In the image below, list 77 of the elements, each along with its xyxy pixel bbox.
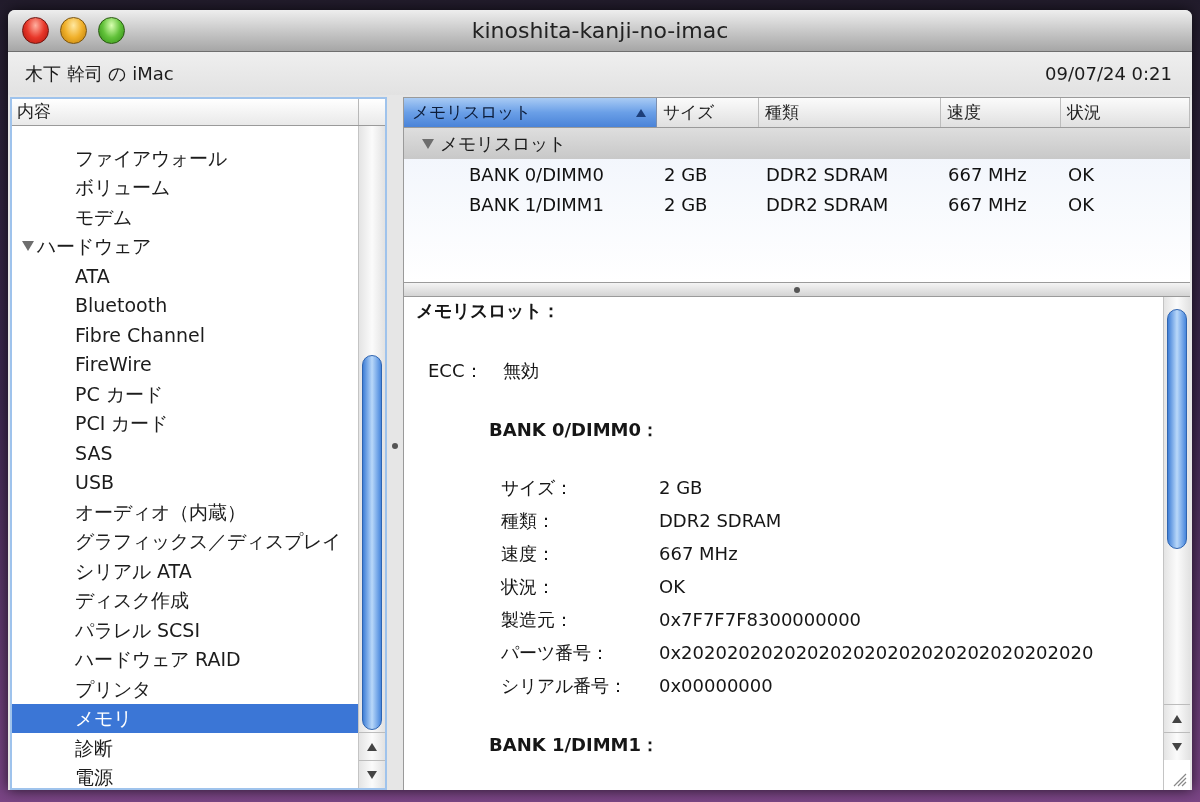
- sidebar-item[interactable]: オーディオ（内蔵）: [75, 497, 246, 527]
- scrollbar-thumb[interactable]: [1167, 309, 1187, 549]
- sidebar-item[interactable]: Fibre Channel: [75, 320, 205, 350]
- column-header[interactable]: 状況: [1061, 98, 1190, 127]
- sidebar-item[interactable]: 診断: [75, 733, 113, 763]
- scrollbar-thumb[interactable]: [362, 355, 382, 730]
- table-cell-text: DDR2 SDRAM: [766, 192, 889, 217]
- computer-name: 木下 幹司 の iMac: [25, 62, 174, 86]
- table-cell-text: 667 MHz: [948, 192, 1027, 217]
- sidebar-item[interactable]: PC カード: [75, 379, 163, 409]
- field-label: パーツ番号：: [501, 641, 609, 665]
- sidebar-item[interactable]: ハードウェア RAID: [75, 644, 241, 674]
- sidebar-item[interactable]: グラフィックス／ディスプレイ: [75, 526, 341, 556]
- column-header[interactable]: 種類: [759, 98, 941, 127]
- table-cell-text: OK: [1068, 162, 1094, 187]
- column-header[interactable]: メモリスロット: [404, 98, 657, 127]
- field-value: 0x202020202020202020202020202020202020: [659, 641, 1094, 665]
- sidebar-item[interactable]: FireWire: [75, 349, 152, 379]
- up-arrow-icon: [1172, 714, 1182, 723]
- field-label: 製造元：: [501, 608, 573, 632]
- column-header[interactable]: 内容: [12, 99, 358, 125]
- splitter-handle-icon[interactable]: [392, 443, 398, 449]
- sidebar-item[interactable]: シリアル ATA: [75, 556, 192, 586]
- sidebar-item[interactable]: ボリューム: [75, 172, 170, 202]
- section-title: BANK 1/DIMM1：: [489, 733, 659, 757]
- field-value: 667 MHz: [659, 542, 738, 566]
- table-cell-text: BANK 0/DIMM0: [469, 162, 604, 187]
- splitter-handle-icon[interactable]: [794, 286, 800, 293]
- field-value: 0x7F7F7F8300000000: [659, 608, 862, 632]
- sidebar-item[interactable]: PCI カード: [75, 408, 169, 438]
- table-cell-text: 2 GB: [664, 162, 708, 187]
- up-arrow-icon: [367, 742, 377, 751]
- minimize-button[interactable]: [60, 17, 87, 44]
- field-label: ECC：: [428, 358, 483, 383]
- field-label: 速度：: [501, 542, 555, 566]
- close-button[interactable]: [22, 17, 49, 44]
- sidebar-item[interactable]: ファイアウォール: [75, 143, 227, 173]
- header-corner: [358, 99, 385, 125]
- field-value: OK: [659, 575, 685, 599]
- zoom-button[interactable]: [98, 17, 125, 44]
- field-label: サイズ：: [501, 476, 573, 500]
- sidebar-item[interactable]: パラレル SCSI: [75, 615, 201, 645]
- field-value: 2 GB: [659, 476, 703, 500]
- field-label: 種類：: [501, 509, 555, 533]
- detail-title: メモリスロット：: [416, 299, 560, 323]
- down-arrow-icon: [367, 770, 377, 779]
- sidebar-item[interactable]: USB: [75, 467, 114, 497]
- sidebar-item[interactable]: モデム: [75, 202, 132, 232]
- sidebar-item[interactable]: Bluetooth: [75, 290, 168, 320]
- table-cell-text: BANK 1/DIMM1: [469, 192, 604, 217]
- sidebar-item[interactable]: ATA: [75, 261, 110, 291]
- sidebar-item[interactable]: SAS: [75, 438, 113, 468]
- table-cell-text: OK: [1068, 192, 1094, 217]
- disclosure-triangle-icon[interactable]: [22, 241, 34, 252]
- sidebar-item[interactable]: ハードウェア: [22, 231, 151, 261]
- field-value: 0x00000000: [659, 674, 773, 698]
- column-header[interactable]: サイズ: [657, 98, 759, 127]
- section-title: BANK 0/DIMM0：: [489, 418, 659, 442]
- table-cell-text: 2 GB: [664, 192, 708, 217]
- down-arrow-icon: [1172, 742, 1182, 751]
- sidebar-item[interactable]: プリンタ: [75, 674, 151, 704]
- table-cell-text: 667 MHz: [948, 162, 1027, 187]
- sidebar-item[interactable]: ディスク作成: [75, 585, 189, 615]
- sidebar-item[interactable]: メモリ: [12, 703, 358, 733]
- column-header[interactable]: 速度: [941, 98, 1061, 127]
- field-label: 状況：: [501, 575, 555, 599]
- field-label: シリアル番号：: [501, 674, 627, 698]
- resize-grip-icon[interactable]: [1173, 773, 1187, 787]
- table-group-row[interactable]: メモリスロット: [404, 128, 1190, 159]
- field-value: 無効: [503, 358, 539, 383]
- sidebar-item[interactable]: 電源: [75, 762, 113, 788]
- window-title: kinoshita-kanji-no-imac: [471, 17, 729, 45]
- table-cell-text: DDR2 SDRAM: [766, 162, 889, 187]
- disclosure-triangle-icon[interactable]: [422, 138, 434, 149]
- field-value: DDR2 SDRAM: [659, 509, 782, 533]
- sort-triangle-icon[interactable]: [636, 108, 646, 117]
- date-time: 09/07/24 0:21: [1045, 62, 1172, 86]
